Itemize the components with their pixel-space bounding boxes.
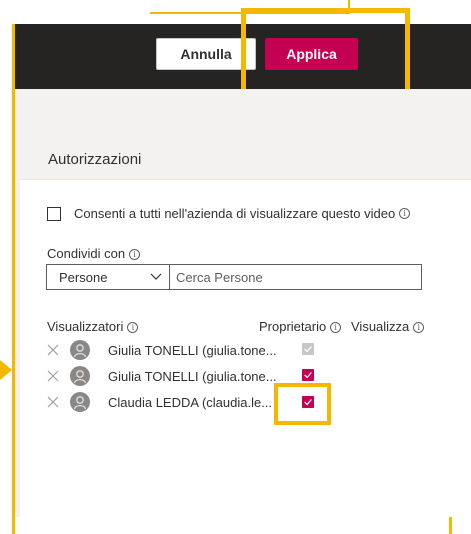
allow-all-checkbox[interactable] (47, 206, 61, 221)
people-search-input[interactable] (170, 264, 422, 290)
owner-checkbox[interactable] (302, 369, 314, 381)
list-item: Giulia TONELLI (giulia.tone... (46, 339, 277, 361)
close-icon[interactable] (46, 343, 60, 357)
info-icon[interactable]: i (399, 208, 411, 219)
user-name: Giulia TONELLI (giulia.tone... (108, 368, 277, 384)
info-icon[interactable]: i (330, 322, 342, 334)
info-icon[interactable]: i (413, 322, 425, 334)
info-icon[interactable]: i (127, 322, 139, 334)
share-type-dropdown[interactable]: Persone (46, 264, 170, 290)
info-icon[interactable]: i (129, 249, 141, 261)
person-icon (73, 370, 87, 384)
chevron-down-icon (150, 273, 162, 280)
apply-button-highlight (241, 8, 410, 98)
allow-all-row: Consenti a tutti nell'azienda di visuali… (47, 206, 411, 221)
checkmark-icon (304, 346, 312, 353)
panel-title: Autorizzazioni (48, 151, 142, 168)
user-name: Claudia LEDDA (claudia.le... (108, 394, 273, 410)
person-icon (73, 344, 87, 358)
share-type-value: Persone (59, 269, 108, 285)
viewers-column-label: Visualizzatori (47, 319, 124, 334)
avatar (70, 340, 90, 360)
owner-checkbox-highlight (274, 383, 331, 425)
share-with-label: Condividi con i (47, 246, 141, 261)
owner-column-header: Proprietario i (259, 319, 342, 334)
close-icon[interactable] (46, 395, 60, 409)
owner-checkbox[interactable] (302, 343, 314, 355)
close-icon[interactable] (46, 369, 60, 383)
allow-all-label: Consenti a tutti nell'azienda di visuali… (74, 206, 396, 221)
share-with-text: Condividi con (47, 246, 126, 261)
person-icon (73, 396, 87, 410)
viewers-column-header: Visualizzatori i (47, 319, 139, 334)
highlight-arrow (0, 360, 12, 380)
view-column-label: Visualizza (351, 319, 410, 334)
owner-column-label: Proprietario (259, 319, 327, 334)
avatar (70, 366, 90, 386)
user-name: Giulia TONELLI (giulia.tone... (108, 342, 277, 358)
checkmark-icon (304, 372, 312, 379)
list-item: Giulia TONELLI (giulia.tone... (46, 365, 277, 387)
list-item: Claudia LEDDA (claudia.le... (46, 391, 272, 413)
view-column-header: Visualizza i (351, 319, 425, 334)
avatar (70, 392, 90, 412)
